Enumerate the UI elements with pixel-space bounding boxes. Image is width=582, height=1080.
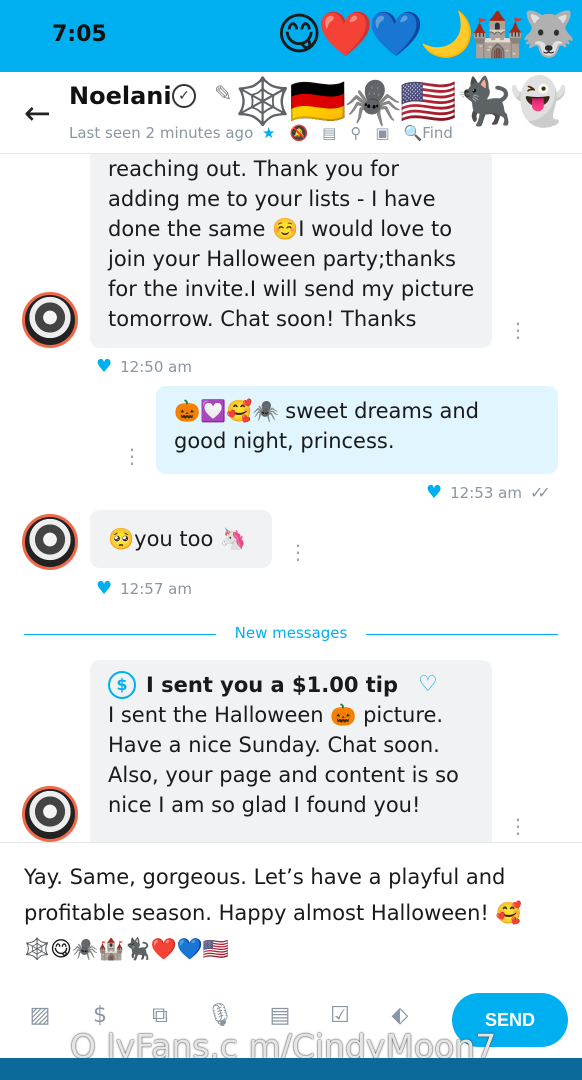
composer-line: 🕸️😋🕷️🏰🐈‍⬛❤️💙🇺🇸	[24, 937, 229, 961]
note-icon[interactable]: ▤	[322, 124, 336, 142]
chat-area[interactable]: reaching out. Thank you for adding me to…	[0, 154, 582, 842]
message-composer[interactable]: Yay. Same, gorgeous. Let’s have a playfu…	[0, 842, 582, 1080]
composer-line: profitable season. Happy almost Hallowee…	[24, 901, 522, 925]
incoming-message[interactable]: 🥺you too 🦄	[90, 510, 272, 568]
gif-icon[interactable]: ⧉	[144, 1003, 176, 1028]
more-options-icon[interactable]: ⋮	[508, 816, 528, 836]
new-messages-label: New messages	[234, 624, 348, 642]
edit-pencil-icon[interactable]: ✎	[214, 82, 232, 107]
avatar[interactable]	[22, 292, 78, 348]
message-text: 🥺you too 🦄	[108, 527, 247, 551]
message-time: 12:57 am	[120, 579, 192, 598]
vault-icon[interactable]: ▤	[264, 1003, 296, 1028]
incoming-message[interactable]: reaching out. Thank you for adding me to…	[90, 154, 492, 348]
tip-hearts-icon: ♡	[418, 672, 438, 697]
find-label: Find	[422, 124, 453, 142]
message-time: 12:50 am	[120, 357, 192, 376]
mute-icon[interactable]: 🔕	[289, 124, 308, 142]
message-line: tomorrow. Chat soon! Thanks	[108, 307, 417, 331]
message-line: adding me to your lists - I have	[108, 187, 436, 211]
verified-icon: ✓	[172, 84, 196, 108]
message-line: reaching out. Thank you for	[108, 157, 399, 181]
new-messages-divider: New messages	[24, 624, 558, 644]
header-toolbar: ★ 🔕 ▤ ⚲ ▣ 🔍Find	[262, 124, 453, 142]
avatar[interactable]	[22, 786, 78, 842]
status-bar: 7:05 😋❤️💙🌙🏰🐺	[0, 0, 582, 72]
like-heart-icon[interactable]: ♥	[96, 578, 112, 599]
status-emojis: 😋❤️💙🌙🏰🐺	[276, 9, 576, 60]
contact-name[interactable]: Noelani	[69, 82, 172, 110]
message-line: join your Halloween party;thanks	[108, 247, 456, 271]
like-heart-icon[interactable]: ♥	[96, 356, 112, 377]
message-line: nice I am so glad I found you!	[108, 793, 421, 817]
find-button[interactable]: 🔍Find	[404, 124, 453, 142]
pin-icon[interactable]: ⚲	[350, 124, 361, 142]
chat-header: ← Noelani ✓ ✎ Last seen 2 minutes ago 🕸️…	[0, 72, 582, 154]
more-options-icon[interactable]: ⋮	[508, 320, 528, 340]
message-meta: ♥ 12:57 am	[96, 578, 192, 599]
last-seen-status: Last seen 2 minutes ago	[69, 124, 254, 142]
dollar-icon: $	[108, 671, 136, 699]
back-arrow-icon[interactable]: ←	[24, 94, 51, 132]
composer-toolbar: ▨ $ ⧉ 🎙 ▤ ☑ ⬖	[24, 1003, 416, 1028]
message-line: good night, princess.	[174, 429, 395, 453]
more-options-icon[interactable]: ⋮	[122, 446, 142, 466]
star-icon[interactable]: ★	[262, 124, 275, 142]
message-input[interactable]: Yay. Same, gorgeous. Let’s have a playfu…	[24, 859, 558, 967]
price-tag-icon[interactable]: ⬖	[384, 1003, 416, 1028]
more-options-icon[interactable]: ⋮	[288, 542, 308, 562]
image-icon[interactable]: ▨	[24, 1003, 56, 1028]
tip-dollar-icon[interactable]: $	[84, 1003, 116, 1028]
message-line: for the invite.I will send my picture	[108, 277, 475, 301]
avatar[interactable]	[22, 514, 78, 570]
message-line: 🎃💟🥰🕷️ sweet dreams and	[174, 399, 480, 423]
message-line: done the same ☺️I would love to	[108, 217, 453, 241]
schedule-icon[interactable]: ☑	[324, 1003, 356, 1028]
outgoing-message[interactable]: 🎃💟🥰🕷️ sweet dreams and good night, princ…	[156, 386, 558, 474]
read-checkmarks-icon: ✓✓	[529, 483, 551, 502]
message-meta: ♥ 12:50 am	[96, 356, 192, 377]
header-emojis: 🕸️🇩🇪🕷️🇺🇸🐈‍⬛👻	[234, 74, 568, 128]
status-time: 7:05	[52, 22, 107, 47]
composer-line: Yay. Same, gorgeous. Let’s have a playfu…	[24, 865, 506, 889]
microphone-icon[interactable]: 🎙	[204, 1003, 236, 1028]
message-meta: ♥ 12:53 am ✓✓	[426, 482, 551, 503]
like-heart-icon[interactable]: ♥	[426, 482, 442, 503]
media-icon[interactable]: ▣	[375, 124, 389, 142]
tip-message[interactable]: $ I sent you a $1.00 tip ♡ I sent the Ha…	[90, 660, 492, 842]
bottom-strip	[0, 1058, 582, 1080]
message-line: Have a nice Sunday. Chat soon.	[108, 733, 440, 757]
message-time: 12:53 am	[450, 483, 522, 502]
tip-header: $ I sent you a $1.00 tip ♡	[108, 670, 474, 700]
message-line: I sent the Halloween 🎃 picture.	[108, 703, 444, 727]
tip-title: I sent you a $1.00 tip	[146, 673, 399, 697]
message-line: Also, your page and content is so	[108, 763, 459, 787]
